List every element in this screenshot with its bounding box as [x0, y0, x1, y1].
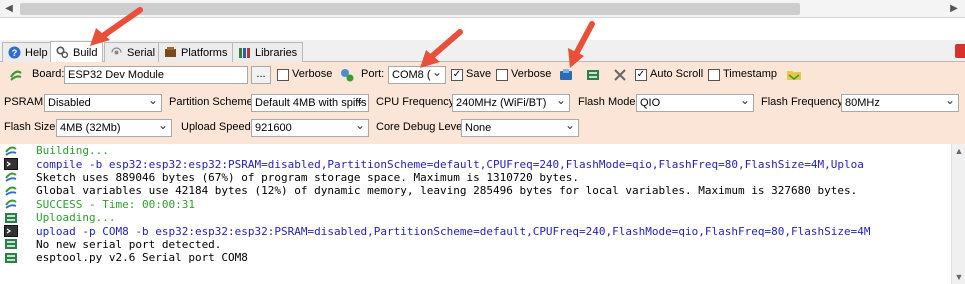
- browse-board-button[interactable]: ...: [251, 66, 271, 84]
- console-line: Building...: [0, 144, 950, 157]
- gear-icon: [5, 146, 17, 156]
- partition-select[interactable]: Default 4MB with spiffs: [251, 94, 369, 112]
- scroll-down-icon[interactable]: ▼: [952, 272, 965, 282]
- console-text: Uploading...: [36, 211, 116, 225]
- gear-icon: [5, 199, 17, 210]
- timestamp-label: Timestamp: [723, 68, 777, 80]
- cpu-frequency-select[interactable]: 240MHz (WiFi/BT): [452, 94, 570, 112]
- console-line: No new serial port detected.: [0, 238, 950, 251]
- options-row-2: Flash Size: 4MB (32Mb) Upload Speed: 921…: [0, 117, 965, 139]
- psram-select[interactable]: Disabled: [44, 94, 162, 112]
- board-field[interactable]: ESP32 Dev Module: [64, 66, 248, 84]
- build-options-panel: Board: ESP32 Dev Module ... Verbose Port…: [0, 62, 965, 144]
- verbose2-label: Verbose: [511, 68, 552, 80]
- tab-libraries[interactable]: Libraries: [232, 42, 304, 62]
- console-text: upload -p COM8 -b esp32:esp32:esp32:PSRA…: [36, 224, 871, 238]
- annotation-arrow-icon: [420, 29, 463, 68]
- upload-icon: [5, 252, 17, 263]
- flash-frequency-label: Flash Frequency:: [761, 96, 846, 108]
- console-line: compile -b esp32:esp32:esp32:PSRAM=disab…: [0, 157, 950, 171]
- console-line: SUCCESS - Time: 00:00:31: [0, 198, 950, 211]
- console-line: Global variables use 42184 bytes (12%) o…: [0, 184, 950, 197]
- tab-platforms[interactable]: Platforms: [158, 42, 234, 62]
- scroll-left-icon[interactable]: ◀: [2, 2, 16, 16]
- console-line: Sketch uses 889046 bytes (67%) of progra…: [0, 171, 950, 184]
- svg-text:?: ?: [12, 48, 18, 58]
- terminal-icon: [4, 225, 18, 238]
- tab-label: Serial: [127, 46, 156, 59]
- gear-icon: [5, 173, 17, 183]
- tab-label: Help: [25, 46, 48, 59]
- refresh-port-icon[interactable]: [339, 67, 355, 83]
- build-console: Building... compile -b esp32:esp32:esp32…: [0, 144, 965, 284]
- terminal-icon: [4, 158, 18, 171]
- console-text: SUCCESS - Time: 00:00:31: [36, 197, 195, 211]
- upload-speed-label: Upload Speed:: [181, 121, 254, 133]
- flash-size-label: Flash Size:: [4, 121, 59, 133]
- autoscroll-checkbox[interactable]: ✓: [635, 69, 647, 81]
- flash-mode-select[interactable]: QIO: [636, 94, 754, 112]
- psram-label: PSRAM:: [4, 96, 47, 108]
- clear-icon[interactable]: [612, 67, 628, 83]
- console-line: Uploading...: [0, 211, 950, 224]
- tab-label: Platforms: [181, 46, 228, 59]
- tab-label: Build: [73, 46, 98, 59]
- upload-icon: [5, 212, 17, 223]
- console-scrollbar[interactable]: ▲ ▼: [951, 144, 965, 284]
- core-debug-level-label: Core Debug Level:: [376, 121, 468, 133]
- board-label: Board:: [32, 68, 65, 80]
- annotation-arrow-icon: [568, 21, 595, 68]
- flash-size-select[interactable]: 4MB (32Mb): [56, 119, 172, 137]
- build-icon: [56, 46, 69, 59]
- partition-label: Partition Scheme:: [169, 96, 256, 108]
- libraries-icon: [239, 48, 250, 58]
- gear-icon: [5, 186, 17, 196]
- scroll-right-icon[interactable]: ▶: [947, 2, 961, 16]
- options-row-1: PSRAM: Disabled Partition Scheme: Defaul…: [0, 92, 965, 114]
- folder-icon[interactable]: [786, 67, 802, 83]
- console-line: esptool.py v2.6 Serial port COM8: [0, 251, 950, 264]
- upload-icon: [5, 239, 17, 250]
- tab-help[interactable]: ? Help: [2, 42, 54, 62]
- timestamp-checkbox[interactable]: [708, 69, 720, 81]
- tab-label: Libraries: [255, 46, 298, 59]
- refresh-board-icon[interactable]: [8, 67, 24, 83]
- verbose-label: Verbose: [292, 68, 333, 80]
- core-debug-level-select[interactable]: None: [461, 119, 579, 137]
- verbose2-checkbox[interactable]: [496, 69, 508, 81]
- flash-mode-label: Flash Mode:: [578, 96, 639, 108]
- console-text: Sketch uses 889046 bytes (67%) of progra…: [36, 170, 580, 184]
- toolbar-row: Board: ESP32 Dev Module ... Verbose Port…: [0, 64, 965, 86]
- platforms-icon: [165, 47, 176, 57]
- cpu-frequency-label: CPU Frequency:: [376, 96, 458, 108]
- autoscroll-label: Auto Scroll: [650, 68, 704, 80]
- console-text: esptool.py v2.6 Serial port COM8: [36, 251, 248, 265]
- close-icon[interactable]: [955, 44, 965, 58]
- flash-frequency-select[interactable]: 80MHz: [841, 94, 959, 112]
- verbose-checkbox[interactable]: [277, 69, 289, 81]
- save-checkbox[interactable]: ✓: [451, 69, 463, 81]
- annotation-arrow-icon: [90, 7, 143, 46]
- console-text: Building...: [36, 144, 109, 158]
- scroll-up-icon[interactable]: ▲: [952, 146, 965, 156]
- help-icon: ?: [8, 46, 21, 59]
- console-line: upload -p COM8 -b esp32:esp32:esp32:PSRA…: [0, 224, 950, 238]
- console-text: No new serial port detected.: [36, 237, 222, 251]
- port-label: Port:: [361, 68, 385, 80]
- console-text: Global variables use 42184 bytes (12%) o…: [36, 184, 858, 198]
- console-text: compile -b esp32:esp32:esp32:PSRAM=disab…: [36, 157, 864, 171]
- upload-speed-select[interactable]: 921600: [251, 119, 369, 137]
